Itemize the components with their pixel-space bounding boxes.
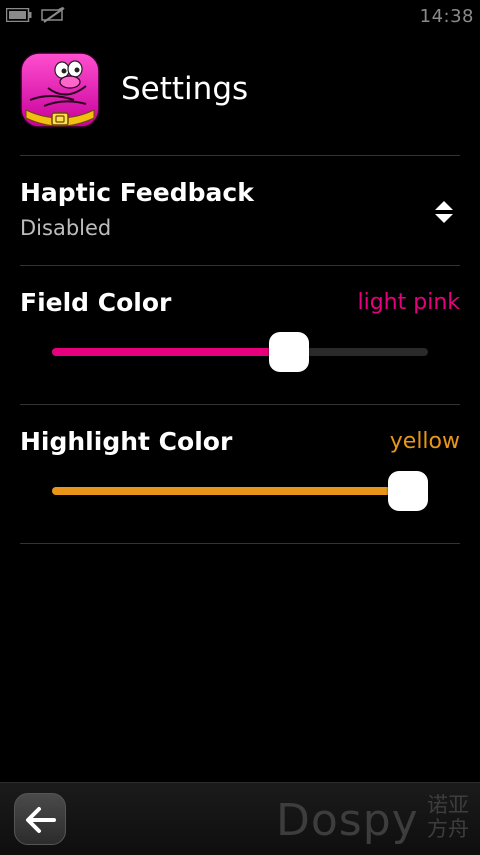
field-color-setting: Field Color light pink: [0, 266, 480, 404]
highlight-color-setting: Highlight Color yellow: [0, 405, 480, 543]
highlight-color-value: yellow: [389, 429, 460, 454]
highlight-color-slider-thumb[interactable]: [388, 471, 428, 511]
watermark: Dospy: [276, 795, 419, 846]
status-clock: 14:38: [419, 6, 474, 27]
up-down-arrows-icon[interactable]: [434, 200, 454, 224]
field-color-value: light pink: [357, 290, 460, 315]
status-bar: 14:38: [0, 0, 480, 34]
back-arrow-icon: [26, 807, 56, 833]
field-color-label: Field Color: [20, 288, 172, 317]
divider: [20, 155, 460, 156]
slider-fill: [52, 487, 408, 495]
haptic-feedback-value: Disabled: [20, 216, 112, 240]
highlight-color-slider[interactable]: [52, 471, 428, 511]
slider-track: [52, 348, 428, 356]
field-color-slider[interactable]: [52, 332, 428, 372]
no-signal-icon: [41, 7, 65, 23]
slider-fill: [52, 348, 289, 356]
watermark-cn: 诺亚方舟: [427, 793, 469, 841]
battery-icon: [6, 8, 32, 22]
header: Settings: [0, 40, 480, 150]
slider-track: [52, 487, 428, 495]
haptic-feedback-setting[interactable]: Haptic Feedback Disabled: [0, 157, 480, 264]
highlight-color-label: Highlight Color: [20, 427, 233, 456]
page-title: Settings: [121, 71, 249, 107]
divider: [20, 543, 460, 544]
pink-cartoon-character-icon: [20, 52, 100, 128]
back-button[interactable]: [14, 793, 66, 845]
bottom-toolbar: Dospy 诺亚方舟: [0, 782, 480, 855]
haptic-feedback-label: Haptic Feedback: [20, 178, 254, 207]
field-color-slider-thumb[interactable]: [268, 332, 309, 372]
